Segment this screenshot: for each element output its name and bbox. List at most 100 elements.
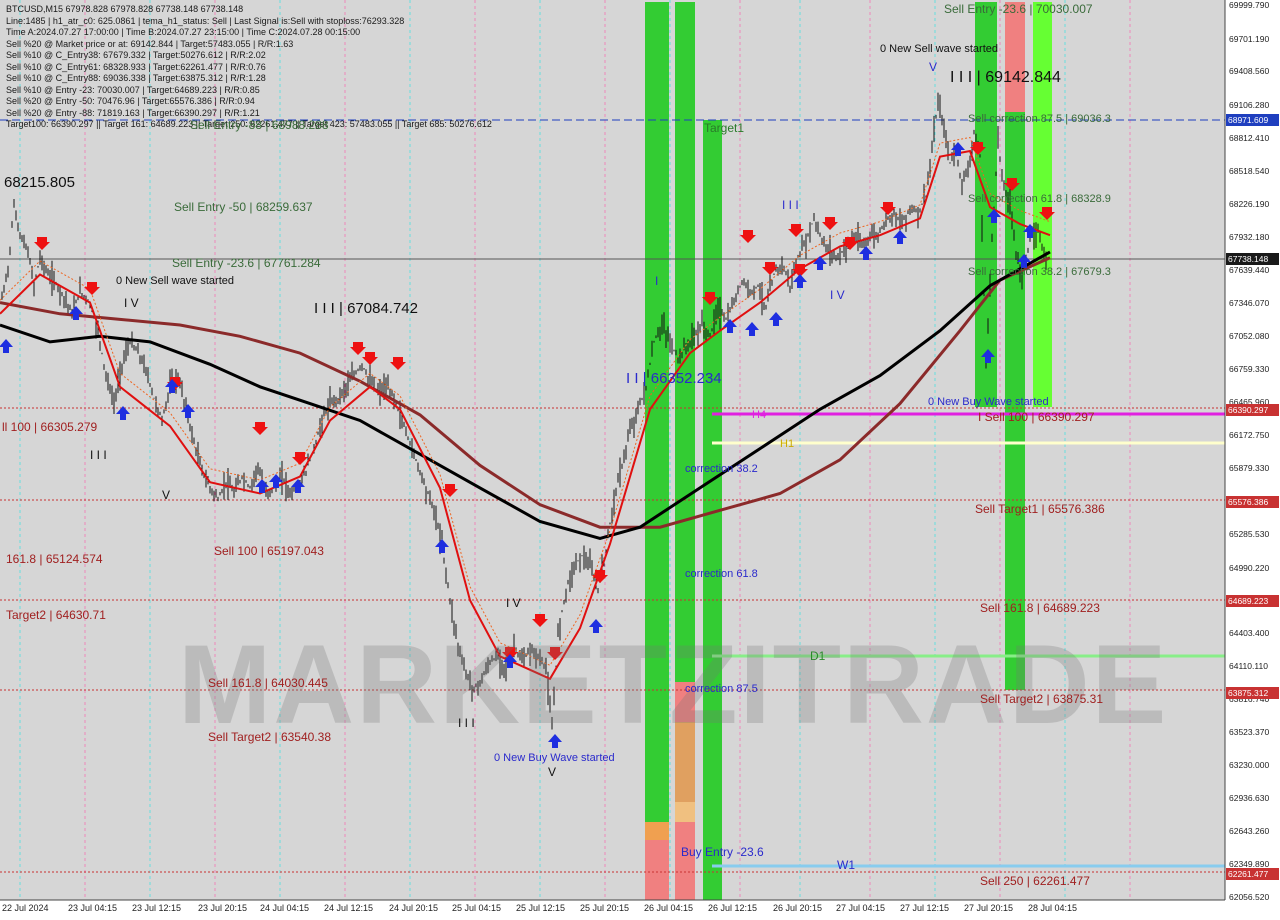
label-sell-target2-right: Sell Target2 | 63875.31 [980,692,1103,706]
label-correction618: correction 61.8 [685,568,758,580]
time-tick: 23 Jul 20:15 [198,903,248,913]
price-tick: 67346.070 [1229,298,1270,309]
label-iii-69142: I I I | 69142.844 [950,69,1061,86]
label-sell-corr-875: Sell correction 87.5 | 69036.3 [968,113,1111,125]
time-tick: 26 Jul 20:15 [773,903,823,913]
price-tick: 69999.790 [1229,0,1270,11]
label-sell1618-mid: Sell 161.8 | 64030.445 [208,676,328,690]
time-tick: 24 Jul 20:15 [389,903,439,913]
price-tick: 69408.560 [1229,66,1270,77]
price-badge: 68971.609 [1226,114,1279,127]
price-tick: 64990.220 [1229,562,1270,573]
info-panel: BTCUSD,M15 67978.828 67978.828 67738.148… [0,0,620,160]
buy-zone-2-pink-b [675,822,695,900]
price-badge: 64689.223 [1226,595,1279,608]
label-h4: H4 [752,409,767,421]
label-overlap-text: Sell Entry -88 | 68988.288 [190,118,329,132]
label-correction875: correction 87.5 [685,683,758,695]
label-iii-right: I I I [782,198,799,212]
price-tick: 68812.410 [1229,133,1270,144]
price-badge: 67738.148 [1226,252,1279,265]
info-line: Sell %10 @ C_Entry61: 68328.933 | Target… [6,61,266,72]
price-tick: 68518.540 [1229,166,1270,177]
time-tick: 23 Jul 12:15 [132,903,182,913]
label-sell-entry-top: Sell Entry -23.6 | 70030.007 [944,2,1093,16]
label-new-sell-wave-left: 0 New Sell wave started [116,275,234,287]
price-tick: 62056.520 [1229,892,1270,902]
price-tick: 69701.190 [1229,33,1270,44]
label-v-bottom: V [548,765,557,779]
buy-zone-1-pink [645,840,669,900]
label-sell250-right: Sell 250 | 62261.477 [980,874,1090,888]
label-iv-left: I V [124,296,139,310]
label-target1: Target1 [704,121,745,135]
price-tick: 64110.110 [1229,661,1268,672]
label-new-buy-wave-right: 0 New Buy Wave started [928,396,1049,408]
price-tick: 69106.280 [1229,100,1270,111]
time-tick: 28 Jul 04:15 [1028,903,1078,913]
label-fib1618-left: 161.8 | 65124.574 [6,552,103,566]
label-new-buy-wave-bottom: 0 New Buy Wave started [494,752,615,764]
time-tick: 27 Jul 20:15 [964,903,1014,913]
price-tick: 67052.080 [1229,331,1270,342]
label-iii-bottom: I I I [458,716,475,730]
time-axis-bg [0,900,1280,920]
time-tick: 25 Jul 04:15 [452,903,502,913]
label-v-left: V [162,488,171,502]
label-sell-target1-right: Sell Target1 | 65576.386 [975,502,1105,516]
label-sell100-right: I Sell 100 | 66390.297 [978,410,1095,424]
label-iv-right: I V [830,288,845,302]
time-tick: 27 Jul 12:15 [900,903,950,913]
time-tick: 24 Jul 04:15 [260,903,310,913]
label-iii-67084: I I I | 67084.742 [314,300,418,317]
label-sell-corr-382: Sell correction 38.2 | 67679.3 [968,266,1111,278]
price-tick: 62936.630 [1229,793,1270,804]
info-line: Sell %20 @ Entry -50: 70476.96 | Target:… [6,96,255,106]
label-correction382: correction 38.2 [685,463,758,475]
buy-zone-2-light [675,802,695,822]
price-tick: 64403.400 [1229,628,1270,639]
label-sell100-mid: Sell 100 | 65197.043 [214,544,324,558]
price-tick: 68226.190 [1229,199,1270,210]
buy-zone-1-orange [645,822,669,840]
label-d1: D1 [810,649,826,663]
price-tick: 66759.330 [1229,363,1270,374]
label-target2-left: Target2 | 64630.71 [6,608,106,622]
info-line: Sell %20 @ Market price or at: 69142.844… [6,38,294,49]
info-line: Sell %10 @ C_Entry88: 69036.338 | Target… [6,73,266,83]
time-tick: 23 Jul 04:15 [68,903,118,913]
price-badge: 65576.386 [1226,495,1279,508]
sell-zone-2-pink [1005,2,1025,112]
label-sell-entry-236: Sell Entry -23.6 | 67761.284 [172,256,321,270]
price-tick: 62643.260 [1229,826,1270,837]
time-tick: 25 Jul 20:15 [580,903,630,913]
label-buy-entry: Buy Entry -23.6 [681,845,764,859]
info-line: Sell %10 @ C_Entry38: 67679.332 | Target… [6,50,266,60]
price-tick: 67932.180 [1229,232,1270,243]
info-line: Line:1485 | h1_atr_c0: 625.0861 | tema_h… [6,15,405,26]
price-tick: 67639.440 [1229,265,1270,276]
price-tick: 66172.750 [1229,429,1270,440]
label-sell-corr-618: Sell correction 61.8 | 68328.9 [968,193,1111,205]
label-i-66352: I I | 66352.234 [626,370,722,387]
price-tick: 63230.000 [1229,760,1270,771]
label-iii-left: I I I [90,448,107,462]
time-tick: 24 Jul 12:15 [324,903,374,913]
time-tick: 26 Jul 12:15 [708,903,758,913]
label-h1: H1 [780,438,795,450]
time-tick: 27 Jul 04:15 [836,903,886,913]
label-new-sell-wave-right: 0 New Sell wave started [880,43,998,55]
label-v-right: V [929,60,938,74]
info-line: Sell %20 @ Entry -88: 71819.163 | Target… [6,107,260,118]
price-badge: 63875.312 [1226,686,1279,699]
price-tick: 65285.530 [1229,529,1270,540]
label-68215: 68215.805 [4,174,75,191]
label-iv-mid: I V [506,596,521,610]
label-sell1618-right: Sell 161.8 | 64689.223 [980,601,1100,615]
label-sell100-left: ll 100 | 66305.279 [2,420,98,434]
label-sell-entry-50: Sell Entry -50 | 68259.637 [174,200,313,214]
time-tick: 26 Jul 04:15 [644,903,694,913]
info-line: BTCUSD,M15 67978.828 67978.828 67738.148… [6,4,244,14]
price-tick: 63523.370 [1229,727,1270,738]
label-i-mark: I [655,274,659,288]
